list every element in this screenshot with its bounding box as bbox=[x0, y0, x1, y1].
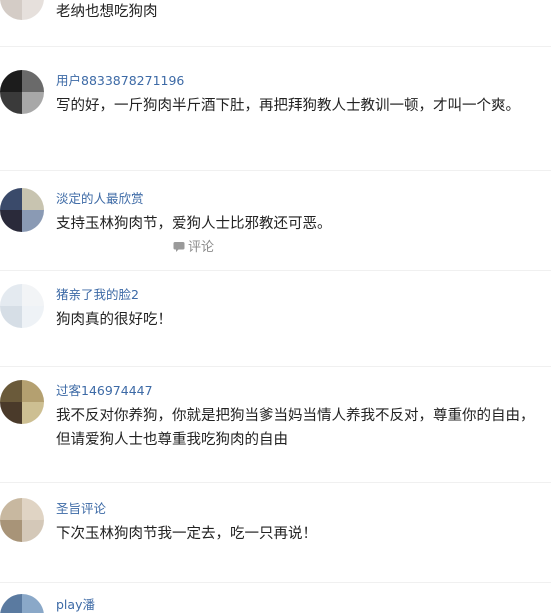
avatar[interactable] bbox=[0, 188, 44, 232]
avatar-tile bbox=[22, 92, 44, 114]
avatar-tile bbox=[0, 284, 22, 306]
avatar-tile bbox=[22, 520, 44, 542]
avatar-tile bbox=[22, 70, 44, 92]
comment-text: 狗肉真的很好吃！ bbox=[56, 312, 172, 328]
avatar-tile bbox=[0, 70, 22, 92]
avatar-tile bbox=[0, 210, 22, 232]
avatar-tile bbox=[0, 188, 22, 210]
avatar-tile bbox=[22, 210, 44, 232]
comment-username[interactable]: 圣旨评论 bbox=[56, 501, 106, 517]
reply-label: 评论 bbox=[188, 240, 215, 255]
avatar-tile bbox=[0, 520, 22, 542]
comment-text: 老纳也想吃狗肉 bbox=[56, 4, 158, 20]
avatar-tile bbox=[22, 594, 44, 613]
comment-item: play潘 bbox=[0, 594, 551, 613]
divider bbox=[0, 46, 551, 47]
comment-username[interactable]: 过客146974447 bbox=[56, 383, 153, 399]
avatar-tile bbox=[0, 498, 22, 520]
comment-icon bbox=[173, 242, 185, 252]
comment-item: 老纳也想吃狗肉 bbox=[0, 0, 551, 40]
avatar[interactable] bbox=[0, 498, 44, 542]
comment-text: 写的好，一斤狗肉半斤酒下肚，再把拜狗教人士教训一顿，才叫一个爽。 bbox=[56, 98, 520, 114]
avatar-tile bbox=[22, 380, 44, 402]
avatar[interactable] bbox=[0, 0, 44, 20]
avatar-tile bbox=[22, 0, 44, 20]
divider bbox=[0, 270, 551, 271]
avatar-tile bbox=[0, 380, 22, 402]
avatar-tile bbox=[22, 306, 44, 328]
divider bbox=[0, 366, 551, 367]
avatar-tile bbox=[22, 188, 44, 210]
comment-username[interactable]: play潘 bbox=[56, 597, 95, 613]
avatar[interactable] bbox=[0, 70, 44, 114]
divider bbox=[0, 582, 551, 583]
divider bbox=[0, 170, 551, 171]
avatar[interactable] bbox=[0, 284, 44, 328]
avatar-tile bbox=[0, 402, 22, 424]
avatar-tile bbox=[22, 498, 44, 520]
comment-username[interactable]: 猪亲了我的脸2 bbox=[56, 287, 139, 303]
avatar-tile bbox=[0, 594, 22, 613]
comment-username[interactable]: 淡定的人最欣赏 bbox=[56, 191, 144, 207]
avatar-tile bbox=[22, 402, 44, 424]
divider bbox=[0, 482, 551, 483]
avatar-tile bbox=[22, 284, 44, 306]
avatar[interactable] bbox=[0, 594, 44, 613]
avatar[interactable] bbox=[0, 380, 44, 424]
comment-username[interactable]: 用户8833878271196 bbox=[56, 73, 184, 89]
comment-text: 支持玉林狗肉节，爱狗人士比邪教还可恶。 bbox=[56, 216, 332, 232]
avatar-tile bbox=[0, 0, 22, 20]
comment-text: 下次玉林狗肉节我一定去，吃一只再说！ bbox=[56, 526, 317, 542]
comment-text: 我不反对你养狗，你就是把狗当爹当妈当情人养我不反对，尊重你的自由，但请爱狗人士也… bbox=[56, 408, 535, 448]
avatar-tile bbox=[0, 306, 22, 328]
avatar-tile bbox=[0, 92, 22, 114]
reply-button[interactable]: 评论 bbox=[173, 240, 214, 256]
comment-feed: 老纳也想吃狗肉 用户8833878271196 写的好，一斤狗肉半斤酒下肚，再把… bbox=[0, 0, 551, 613]
